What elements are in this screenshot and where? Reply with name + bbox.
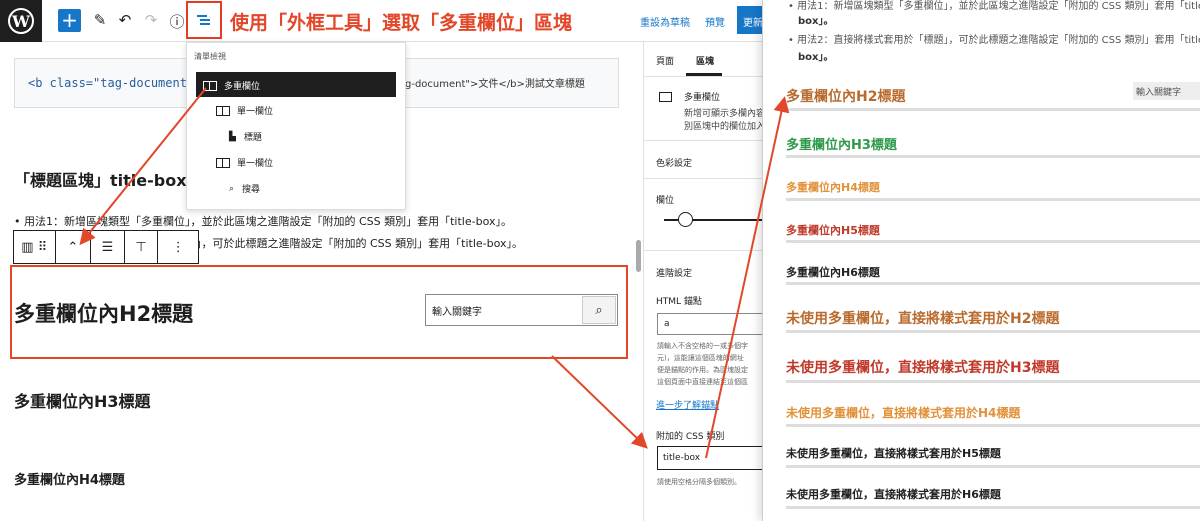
move-updown-icon[interactable]: ⌃ [56, 231, 92, 263]
tab-block[interactable]: 區塊 [696, 54, 714, 67]
columns-icon [203, 80, 217, 91]
arrow-block-to-class [551, 355, 648, 449]
preview-plain-h6: 未使用多重欄位，直接將樣式套用於H6標題 [786, 488, 1001, 501]
undo-icon[interactable]: ↶ [116, 11, 134, 29]
update-button[interactable]: 更新 [737, 6, 765, 34]
html-anchor-input[interactable] [657, 313, 765, 335]
preview-plain-h2: 未使用多重欄位，直接將樣式套用於H2標題 [786, 311, 1060, 327]
tab-page[interactable]: 頁面 [656, 54, 674, 67]
css-help: 請使用空格分隔多個類別。 [657, 478, 741, 486]
usage-2-preview: • 用法2：直接將樣式套用於「標題」，可於此標題之進階設定「附加的 CSS 類別… [788, 35, 1200, 46]
block-toolbar: ▥ ⠿ ⌃ ☰ ⊤ ⋮ [13, 230, 199, 264]
learn-more-link[interactable]: 進一步了解錨點 [656, 398, 719, 411]
anchor-help: 便是錨點的作用。為區塊設定 [657, 366, 748, 374]
column-icon [216, 105, 230, 116]
anchor-help: 元)，這能讓這個區塊的網址 [657, 354, 744, 362]
search-placeholder: 輸入關鍵字 [432, 307, 482, 318]
bookmark-icon: ▙ [229, 131, 236, 142]
block-name: 多重欄位 [684, 93, 721, 103]
annotation-caption: 使用「外框工具」選取「多重欄位」區塊 [230, 12, 573, 34]
anchor-help: 這個頁面中直接連結至這個區 [657, 378, 748, 386]
columns-slider-handle[interactable] [678, 212, 693, 227]
divider [643, 76, 765, 77]
preview-button[interactable]: 預覽 [705, 14, 725, 29]
block-desc: 新增可顯示多欄內容 [684, 109, 766, 119]
css-class-label: 附加的 CSS 類別 [656, 432, 725, 442]
preview-h6: 多重欄位內H6標題 [786, 266, 880, 279]
title-box-underline [786, 465, 1200, 468]
preview-plain-h3: 未使用多重欄位，直接將樣式套用於H3標題 [786, 360, 1060, 376]
preview-plain-h5: 未使用多重欄位，直接將樣式套用於H5標題 [786, 447, 1001, 460]
columns-icon [659, 92, 672, 102]
save-draft-button[interactable]: 重設為草稿 [640, 14, 690, 29]
list-view-title: 清單檢視 [194, 52, 226, 61]
section-heading[interactable]: 「標題區塊」title-box [14, 167, 187, 191]
usage-2-preview-cont: box」。 [798, 52, 834, 63]
title-box-underline [786, 424, 1200, 427]
title-box-underline [786, 108, 1200, 111]
preview-search-field[interactable]: 輸入關鍵字 [1133, 82, 1200, 100]
columns-block-icon[interactable]: ▥ ⠿ [14, 231, 56, 263]
usage-2-text[interactable]: 」，可於此標題之進階設定「附加的 CSS 類別」套用「title-box」。 [196, 235, 523, 251]
list-item-search[interactable]: ⌕ 搜尋 [229, 182, 260, 196]
search-icon: ⌕ [229, 183, 235, 194]
align-icon[interactable]: ☰ [91, 231, 125, 263]
h3-heading[interactable]: 多重欄位內H3標題 [14, 388, 151, 412]
redo-icon[interactable]: ↷ [142, 11, 160, 29]
editor-scrollbar[interactable] [636, 240, 641, 272]
search-button[interactable]: ⌕ [582, 296, 616, 324]
list-item-heading[interactable]: ▙ 標題 [229, 130, 262, 144]
list-item-columns[interactable]: 多重欄位 [203, 79, 260, 92]
preview-h2: 多重欄位內H2標題 [786, 89, 906, 105]
add-block-button[interactable]: + [58, 9, 81, 32]
html-anchor-value: a [664, 319, 670, 329]
preview-h3: 多重欄位內H3標題 [786, 138, 897, 153]
title-box-underline [786, 198, 1200, 201]
anchor-help: 請輸入不含空格的一或多個字 [657, 342, 748, 350]
code-text: <b class="tag-document" [28, 76, 195, 90]
divider [643, 178, 765, 179]
title-box-underline [786, 155, 1200, 158]
list-item-column[interactable]: 單一欄位 [216, 104, 273, 117]
preview-plain-h4: 未使用多重欄位，直接將樣式套用於H4標題 [786, 406, 1021, 420]
title-box-underline [786, 240, 1200, 243]
usage-1-text[interactable]: • 用法1：新增區塊類型「多重欄位」，並於此區塊之進階設定「附加的 CSS 類別… [14, 213, 512, 229]
block-desc-2: 別區塊中的欄位加入 [684, 122, 766, 132]
title-box-underline [786, 380, 1200, 383]
css-class-value: title-box [663, 453, 701, 463]
divider [643, 250, 765, 251]
list-view-panel [186, 42, 406, 210]
h4-heading[interactable]: 多重欄位內H4標題 [14, 469, 125, 488]
preview-h5: 多重欄位內H5標題 [786, 224, 880, 237]
code-text-right: g-document">文件</b>測試文章標題 [405, 79, 585, 90]
usage-1-preview-cont: box」。 [798, 16, 834, 27]
title-box-underline [786, 330, 1200, 333]
list-item-column-2[interactable]: 單一欄位 [216, 156, 273, 169]
column-icon [216, 157, 230, 168]
info-icon[interactable]: ⓘ [168, 11, 186, 32]
preview-h4: 多重欄位內H4標題 [786, 181, 880, 194]
search-icon: ⌕ [595, 302, 603, 318]
pencil-icon[interactable]: ✎ [91, 11, 109, 29]
title-box-underline [786, 506, 1200, 509]
color-settings-toggle[interactable]: 色彩設定 [656, 156, 692, 169]
advanced-toggle[interactable]: 進階設定 [656, 266, 692, 279]
vertical-align-icon[interactable]: ⊤ [125, 231, 159, 263]
wordpress-logo-icon[interactable]: W [0, 0, 42, 42]
columns-label: 欄位 [656, 196, 675, 206]
usage-1-preview: • 用法1：新增區塊類型「多重欄位」，並於此區塊之進階設定「附加的 CSS 類別… [788, 1, 1200, 12]
divider [643, 140, 765, 141]
list-view-button[interactable] [186, 1, 222, 39]
html-anchor-label: HTML 錨點 [656, 297, 702, 307]
list-view-icon [197, 15, 210, 25]
more-options-icon[interactable]: ⋮ [158, 231, 198, 263]
title-box-underline [786, 282, 1200, 285]
h2-heading[interactable]: 多重欄位內H2標題 [14, 298, 193, 328]
frontend-preview-panel [762, 0, 1200, 521]
